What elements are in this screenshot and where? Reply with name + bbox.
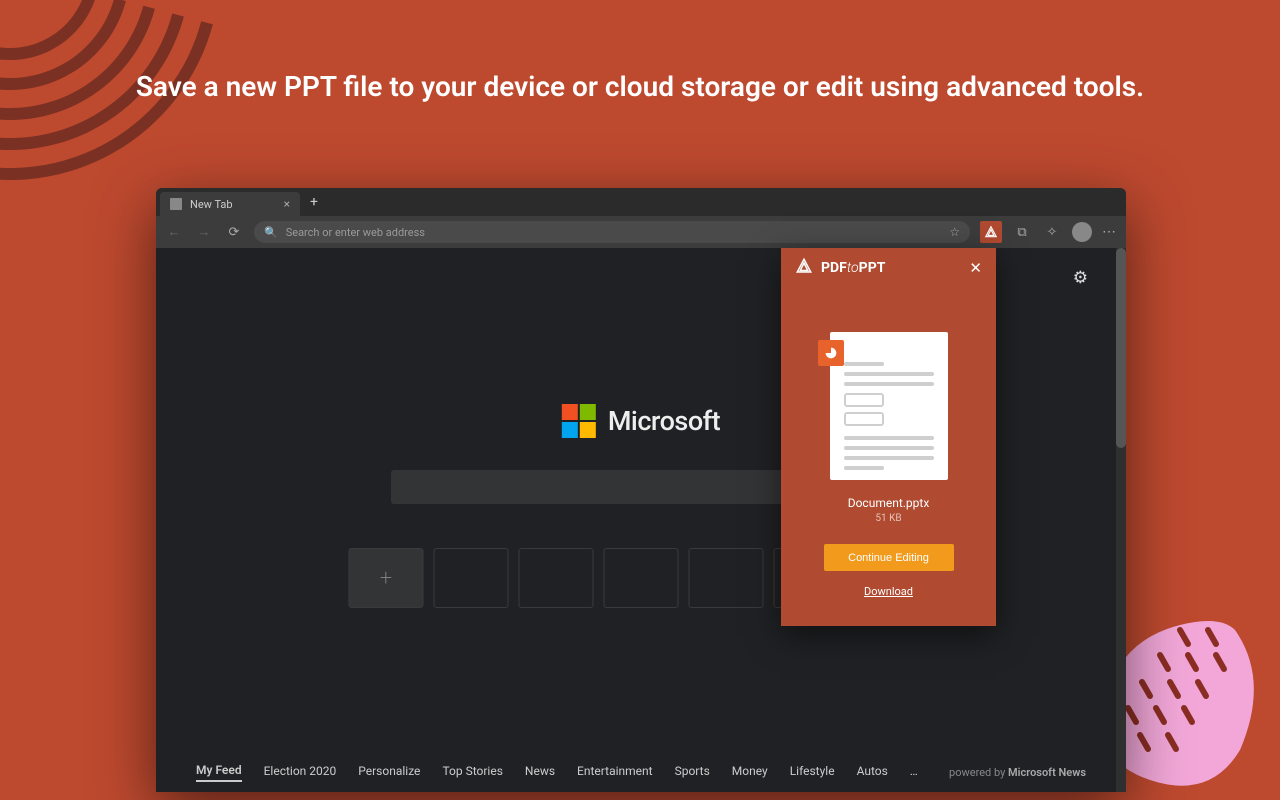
address-placeholder: Search or enter web address	[286, 226, 942, 239]
popup-body: Document.pptx 51 KB Continue Editing Dow…	[781, 288, 996, 626]
feed-tab-entertainment[interactable]: Entertainment	[577, 764, 653, 781]
extension-icon[interactable]	[980, 221, 1002, 243]
add-tile-button[interactable]: +	[349, 548, 424, 608]
popup-filename: Document.pptx	[848, 496, 930, 510]
ppt-badge-icon	[818, 340, 844, 366]
quick-tile[interactable]	[519, 548, 594, 608]
feed-tab-money[interactable]: Money	[732, 764, 768, 781]
forward-icon[interactable]: →	[194, 222, 214, 242]
brand-name: Microsoft	[608, 405, 720, 437]
tab-strip: New Tab × +	[156, 188, 1126, 216]
profile-avatar[interactable]	[1072, 222, 1092, 242]
favorites-icon[interactable]: ✧	[1042, 222, 1062, 242]
back-icon[interactable]: ←	[164, 222, 184, 242]
close-tab-icon[interactable]: ×	[284, 197, 290, 211]
page-content: ⚙ Microsoft + My Feed Election 2020 Pers…	[156, 248, 1126, 792]
feed-tab-election[interactable]: Election 2020	[264, 764, 337, 781]
feed-tab-sports[interactable]: Sports	[675, 764, 710, 781]
popup-close-icon[interactable]: ✕	[969, 259, 982, 277]
feed-tab-myfeed[interactable]: My Feed	[196, 763, 242, 782]
promo-headline: Save a new PPT file to your device or cl…	[0, 68, 1280, 106]
tab-favicon	[170, 198, 182, 210]
feed-attribution: powered by Microsoft News	[949, 766, 1086, 779]
feed-tab-news[interactable]: News	[525, 764, 555, 781]
scrollbar[interactable]	[1116, 248, 1126, 792]
feed-tab-lifestyle[interactable]: Lifestyle	[790, 764, 835, 781]
popup-title: PDFtoPPT	[821, 260, 885, 276]
popup-header: PDFtoPPT ✕	[781, 248, 996, 288]
search-icon: 🔍	[264, 226, 278, 239]
brand-logo: Microsoft	[562, 404, 720, 438]
document-preview	[830, 332, 948, 480]
quick-tile[interactable]	[689, 548, 764, 608]
settings-gear-icon[interactable]: ⚙	[1073, 268, 1088, 288]
browser-tab[interactable]: New Tab ×	[160, 192, 300, 216]
microsoft-squares-icon	[562, 404, 596, 438]
extension-popup: PDFtoPPT ✕ Document.	[781, 248, 996, 626]
extension-logo-icon	[795, 257, 813, 279]
refresh-icon[interactable]: ⟳	[224, 222, 244, 242]
feed-tab-topstories[interactable]: Top Stories	[442, 764, 502, 781]
new-tab-button[interactable]: +	[300, 194, 328, 210]
continue-editing-button[interactable]: Continue Editing	[824, 544, 954, 571]
feed-tab-personalize[interactable]: Personalize	[358, 764, 420, 781]
popup-filesize: 51 KB	[875, 513, 901, 524]
browser-window: New Tab × + ← → ⟳ 🔍 Search or enter web …	[156, 188, 1126, 792]
feed-tab-autos[interactable]: Autos	[857, 764, 888, 781]
address-bar[interactable]: 🔍 Search or enter web address ☆	[254, 221, 970, 243]
collections-icon[interactable]: ⧉	[1012, 222, 1032, 242]
tab-title: New Tab	[190, 198, 233, 211]
feed-nav: My Feed Election 2020 Personalize Top St…	[156, 763, 1126, 782]
quick-tile[interactable]	[434, 548, 509, 608]
browser-toolbar: ← → ⟳ 🔍 Search or enter web address ☆ ⧉ …	[156, 216, 1126, 248]
download-link[interactable]: Download	[864, 585, 913, 598]
menu-icon[interactable]: ⋯	[1102, 224, 1118, 240]
favorite-icon[interactable]: ☆	[949, 225, 960, 239]
feed-tab-more[interactable]: …	[910, 764, 918, 781]
quick-tile[interactable]	[604, 548, 679, 608]
